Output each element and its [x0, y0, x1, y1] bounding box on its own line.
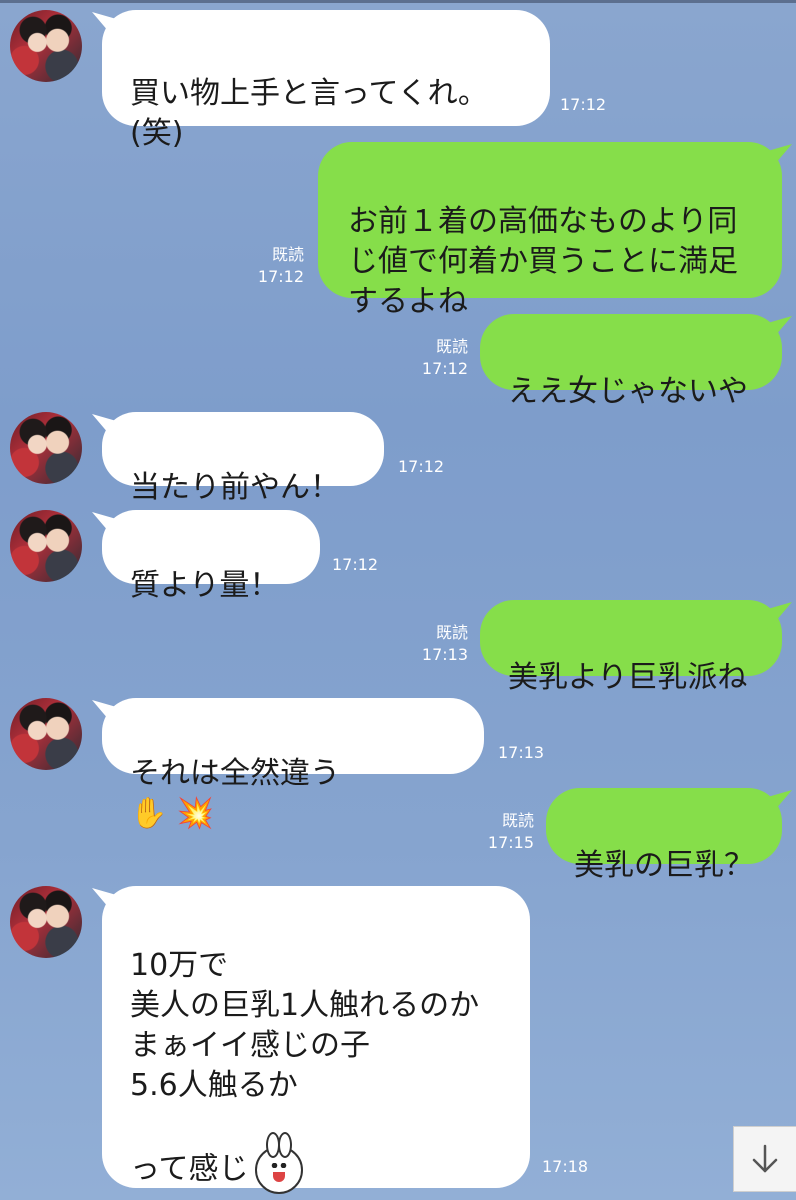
message-time: 17:13 — [498, 743, 545, 762]
message-text: 美乳の巨乳？ — [574, 848, 754, 883]
message-time: 17:12 — [332, 555, 379, 574]
read-receipt: 既読 — [501, 811, 534, 830]
friend-avatar[interactable] — [10, 10, 82, 82]
read-receipt: 既読 — [435, 337, 468, 356]
top-border — [0, 0, 796, 3]
friend-avatar[interactable] — [10, 412, 82, 484]
message-bubble-incoming[interactable]: 買い物上手と言ってくれ。 (笑) — [102, 10, 550, 151]
hand-burst-emoji-icon: ✋ 💥 — [130, 796, 215, 831]
bunny-emoji-icon — [254, 1132, 303, 1194]
message-text: ええ女じゃないや — [508, 374, 748, 409]
message-time: 17:18 — [542, 1157, 589, 1176]
message-text: 美乳より巨乳派ね — [508, 660, 748, 695]
message-time: 17:15 — [487, 833, 534, 852]
scroll-to-bottom-button[interactable] — [733, 1126, 796, 1192]
message-text: 買い物上手と言ってくれ。 (笑) — [130, 76, 488, 151]
message-bubble-outgoing[interactable]: 美乳より巨乳派ね — [480, 600, 782, 695]
message-bubble-outgoing[interactable]: ええ女じゃないや — [480, 314, 782, 409]
message-text: 当たり前やん！ — [130, 470, 340, 505]
read-receipt: 既読 — [435, 623, 468, 642]
read-receipt: 既読 — [271, 245, 304, 264]
message-time: 17:12 — [560, 95, 607, 114]
message-bubble-incoming[interactable]: 当たり前やん！ — [102, 412, 384, 505]
message-meta: 既読 17:15 — [470, 810, 534, 854]
friend-avatar[interactable] — [10, 886, 82, 958]
message-text: お前１着の高価なものより同じ値で何着か買うことに満足するよね — [348, 204, 738, 319]
message-time: 17:13 — [421, 645, 468, 664]
message-bubble-incoming[interactable]: それは全然違う ✋ 💥 — [102, 698, 484, 831]
message-text: 10万で 美人の巨乳1人触れるのか まぁイイ感じの子 5.6人触るか って感じ — [130, 948, 480, 1187]
message-meta: 既読 17:13 — [404, 622, 468, 666]
friend-avatar[interactable] — [10, 698, 82, 770]
message-bubble-incoming[interactable]: 質より量！ — [102, 510, 320, 603]
message-bubble-outgoing[interactable]: お前１着の高価なものより同じ値で何着か買うことに満足するよね — [318, 142, 782, 319]
message-bubble-incoming[interactable]: 10万で 美人の巨乳1人触れるのか まぁイイ感じの子 5.6人触るか って感じ — [102, 886, 530, 1194]
friend-avatar[interactable] — [10, 510, 82, 582]
arrow-down-icon — [752, 1144, 778, 1173]
message-text: それは全然違う — [130, 756, 340, 791]
message-meta: 既読 17:12 — [240, 244, 304, 288]
message-time: 17:12 — [421, 359, 468, 378]
message-text: 質より量！ — [130, 568, 280, 603]
message-time: 17:12 — [398, 457, 445, 476]
message-meta: 既読 17:12 — [404, 336, 468, 380]
message-time: 17:12 — [257, 267, 304, 286]
message-bubble-outgoing[interactable]: 美乳の巨乳？ — [546, 788, 782, 883]
